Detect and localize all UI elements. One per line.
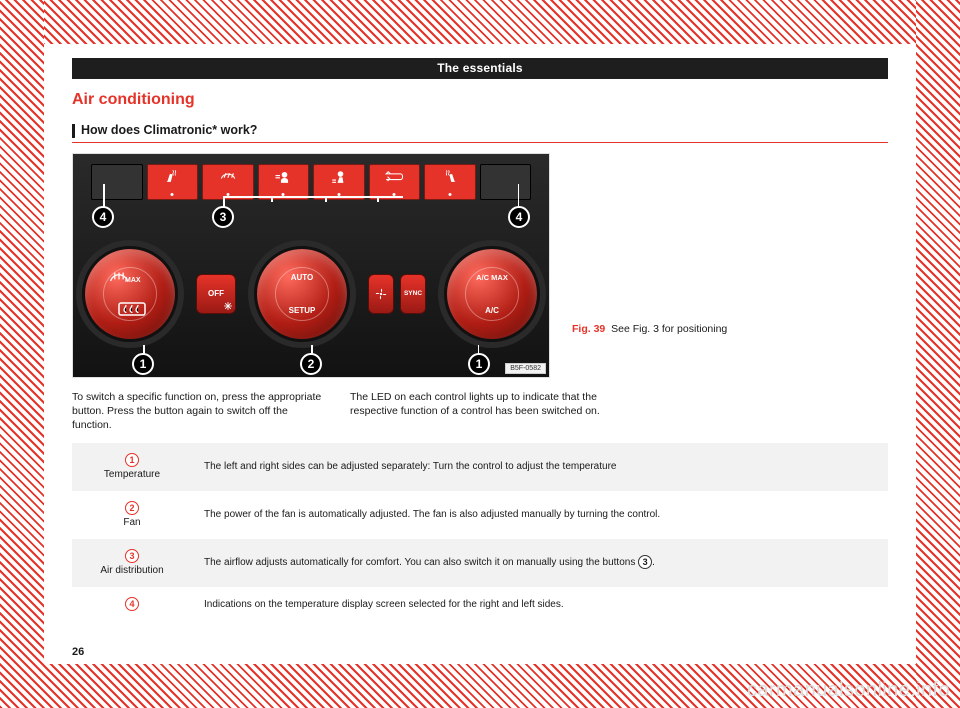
dial-center-setup-label: SETUP [257,306,347,315]
leader-line [325,196,327,202]
hatched-border-right [916,0,960,708]
page-number: 26 [72,646,84,658]
intro-paragraph-1: To switch a specific function on, press … [72,390,324,433]
temperature-dial-right: A/C MAX A/C [444,246,540,342]
table-desc-part-a: The airflow adjusts automatically for co… [204,557,638,568]
hatched-border-bottom [0,664,960,708]
table-key-cell: 1 Temperature [72,443,192,491]
hatched-border-top [0,0,960,44]
table-key-cell: 2 Fan [72,491,192,539]
inline-callout-3-icon: 3 [638,555,652,569]
table-desc-cell: The power of the fan is automatically ad… [192,491,888,539]
top-button-blank-right [480,164,532,200]
table-row: 1 Temperature The left and right sides c… [72,443,888,491]
fan-dial-center: AUTO SETUP [254,246,350,342]
off-button: OFF [196,274,236,314]
callout-1-left: 1 [132,353,154,375]
dial-right-ac-label: A/C [447,306,537,315]
figure-caption: Fig. 39 See Fig. 3 for positioning [570,153,727,378]
table-desc-cell: The left and right sides can be adjusted… [192,443,888,491]
callout-ref-2-icon: 2 [125,501,139,515]
air-button-windscreen [202,164,254,200]
dial-left-top-label: MAX [125,277,141,284]
recirculation-icon [384,168,404,184]
table-key-label: Temperature [84,469,180,481]
rear-defrost-icon [117,301,147,317]
leader-line [377,196,379,202]
dial-center-auto-label: AUTO [257,273,347,282]
face-airflow-icon [274,168,292,186]
callout-2: 2 [300,353,322,375]
table-row: 4 Indications on the temperature display… [72,587,888,623]
fan-icon [375,288,387,300]
defrost-max-icon [109,269,129,283]
off-button-label: OFF [208,289,224,298]
top-button-row [91,164,531,200]
figure-caption-text: See Fig. 3 for positioning [611,323,727,335]
air-button-face [258,164,310,200]
figure-number: Fig. 39 [572,323,605,335]
sync-button-label: SYNC [404,290,422,297]
middle-button-column-left: OFF [196,274,236,314]
snowflake-icon [224,302,232,310]
air-button-recirculate [369,164,421,200]
callout-4-left: 4 [92,206,114,228]
section-titlebar: The essentials [72,58,888,79]
table-desc-cell: The airflow adjusts automatically for co… [192,539,888,587]
callout-3: 3 [212,206,234,228]
figure-row: MAX OFF AUTO SETUP [72,153,888,378]
top-button-blank-left [91,164,143,200]
seat-heat-icon [163,168,181,186]
reference-table: 1 Temperature The left and right sides c… [72,443,888,623]
air-button-seat-heat [147,164,199,200]
feet-airflow-icon [330,168,348,186]
callout-ref-1-icon: 1 [125,453,139,467]
hatched-border-left [0,0,44,708]
table-key-cell: 4 [72,587,192,623]
page-heading: Air conditioning [72,91,888,109]
seat-heat-icon [441,168,459,186]
table-key-cell: 3 Air distribution [72,539,192,587]
table-desc-cell: Indications on the temperature display s… [192,587,888,623]
table-key-label: Fan [84,517,180,529]
air-button-feet [313,164,365,200]
subheading-bar-icon [72,124,75,138]
air-button-seat-heat-right [424,164,476,200]
table-row: 3 Air distribution The airflow adjusts a… [72,539,888,587]
table-row: 2 Fan The power of the fan is automatica… [72,491,888,539]
windscreen-airflow-icon [219,168,237,186]
subheading-text: How does Climatronic* work? [81,123,257,137]
climatronic-panel-illustration: MAX OFF AUTO SETUP [73,154,549,377]
intro-paragraphs: To switch a specific function on, press … [72,390,888,433]
page-content: The essentials Air conditioning How does… [44,44,916,664]
figure-code-label: B5F-0582 [505,363,546,374]
figure-image-frame: MAX OFF AUTO SETUP [72,153,550,378]
temperature-dial-left: MAX [82,246,178,342]
middle-button-column-right: SYNC [368,274,426,314]
dial-right-acmax-label: A/C MAX [447,273,537,282]
callout-ref-3-icon: 3 [125,549,139,563]
red-divider [72,142,888,143]
intro-paragraph-2: The LED on each control lights up to ind… [350,390,602,433]
fan-decrease-button [368,274,394,314]
callout-ref-4-icon: 4 [125,597,139,611]
table-key-label: Air distribution [84,565,180,577]
leader-line [271,196,273,202]
subheading-row: How does Climatronic* work? [72,123,888,138]
callout-4-right: 4 [508,206,530,228]
sync-button: SYNC [400,274,426,314]
leader-line [223,196,403,198]
table-desc-part-b: . [652,557,655,568]
callout-1-right: 1 [468,353,490,375]
